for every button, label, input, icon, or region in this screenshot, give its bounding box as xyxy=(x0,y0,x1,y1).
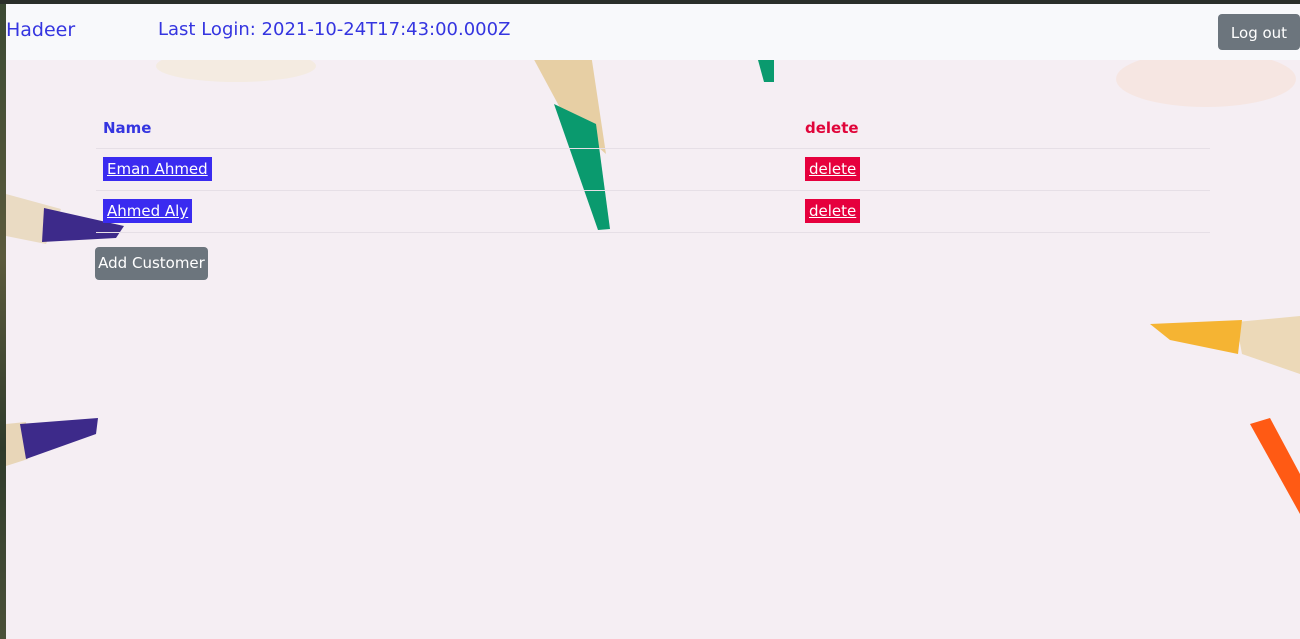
pencil-tip-yellow xyxy=(1150,320,1242,354)
customer-name-link[interactable]: Ahmed Aly xyxy=(103,199,193,223)
navbar: Hadeer Last Login: 2021-10-24T17:43:00.0… xyxy=(6,4,1300,60)
column-header-name: Name xyxy=(103,119,152,137)
customers-table: Name delete Eman Ahmed delete Ahmed Aly … xyxy=(96,108,1210,233)
app-frame: Hadeer Last Login: 2021-10-24T17:43:00.0… xyxy=(6,4,1300,639)
delete-cell: delete xyxy=(805,157,861,181)
column-header-delete: delete xyxy=(805,119,859,137)
name-cell: Eman Ahmed xyxy=(103,157,212,181)
add-customer-button[interactable]: Add Customer xyxy=(95,247,208,280)
delete-cell: delete xyxy=(805,199,861,223)
pencil-tip-green-small xyxy=(758,60,774,82)
last-login-text: Last Login: 2021-10-24T17:43:00.000Z xyxy=(158,19,511,40)
table-row: Eman Ahmed delete xyxy=(96,149,1210,191)
customer-name-link[interactable]: Eman Ahmed xyxy=(103,157,212,181)
delete-customer-link[interactable]: delete xyxy=(805,199,861,223)
pencil-tip-orange xyxy=(1250,418,1300,514)
background-pencils-illustration xyxy=(6,50,1300,514)
brand-link[interactable]: Hadeer xyxy=(6,19,75,41)
table-row: Ahmed Aly delete xyxy=(96,191,1210,233)
table-header-row: Name delete xyxy=(96,108,1210,149)
name-cell: Ahmed Aly xyxy=(103,199,193,223)
pencil-tip-purple-lower xyxy=(20,418,98,459)
pencil-wood-right-yellow xyxy=(1236,316,1300,374)
logout-button[interactable]: Log out xyxy=(1218,14,1300,50)
delete-customer-link[interactable]: delete xyxy=(805,157,861,181)
